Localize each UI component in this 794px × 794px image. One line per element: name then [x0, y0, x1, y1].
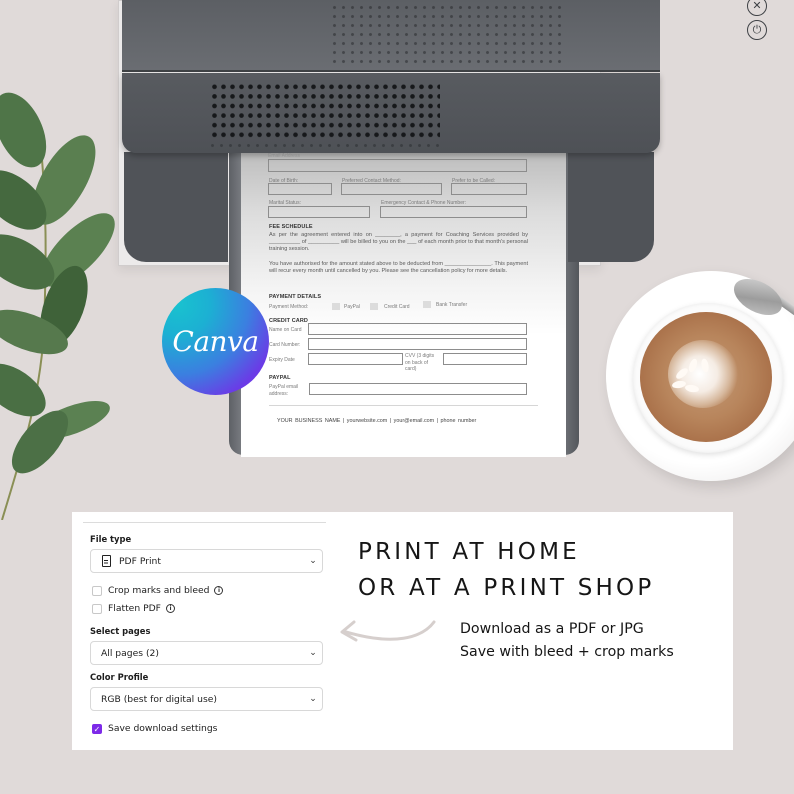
subtext-line-1: Download as a PDF or JPG	[460, 621, 644, 637]
save-settings-label: Save download settings	[108, 723, 218, 734]
product-mockup-scene: ✕ ⏻ Email Address Date of Birth: Preferr…	[0, 0, 794, 794]
color-profile-select[interactable]: RGB (best for digital use) ⌄	[90, 687, 323, 711]
name-on-card-label: Name on Card	[269, 327, 302, 333]
bank-transfer-option-label: Bank Transfer	[436, 302, 468, 308]
curved-arrow-icon	[340, 620, 436, 642]
fee-schedule-heading: FEE SCHEDULE	[269, 224, 313, 230]
download-settings-panel: File type PDF Print ⌄ Crop marks and ble…	[72, 512, 733, 750]
canva-logo-text: Canva	[172, 325, 259, 358]
email-box	[268, 159, 527, 172]
marital-box	[268, 206, 370, 218]
paypal-checkbox	[332, 303, 340, 310]
bank-transfer-checkbox	[423, 301, 431, 308]
printer-power-icon: ⏻	[747, 20, 767, 40]
printer-side-right	[568, 152, 654, 262]
card-number-box	[308, 338, 527, 350]
paypal-heading: PAYPAL	[269, 375, 291, 381]
printer-top-panel: ✕ ⏻	[122, 0, 767, 72]
emergency-box	[380, 206, 527, 218]
printer-speaker-grille	[210, 82, 440, 138]
paypal-option-label: PayPal	[344, 304, 360, 310]
printer-vent-dots	[330, 3, 562, 67]
prefer-called-box	[451, 183, 527, 195]
chevron-down-icon: ⌄	[309, 694, 317, 704]
canva-logo: Canva	[162, 288, 269, 395]
save-settings-checkbox[interactable]: ✓	[92, 723, 102, 734]
save-settings-option[interactable]: ✓ Save download settings	[92, 723, 217, 734]
info-icon[interactable]: i	[165, 604, 175, 613]
name-on-card-box	[308, 323, 527, 335]
contact-method-box	[341, 183, 442, 195]
panel-top-divider	[83, 522, 326, 523]
flatten-pdf-option[interactable]: Flatten PDF i	[92, 603, 175, 614]
color-profile-value: RGB (best for digital use)	[101, 693, 217, 705]
fee-schedule-paragraph-1: As per the agreement entered into on ___…	[269, 232, 528, 253]
flatten-pdf-checkbox[interactable]	[92, 603, 102, 614]
fee-schedule-paragraph-2: You have authorised for the amount state…	[269, 261, 528, 275]
payment-method-label: Payment Method:	[269, 304, 309, 310]
file-type-label: File type	[90, 534, 132, 544]
paypal-email-label: PayPal email address:	[269, 384, 299, 397]
printer-cancel-icon: ✕	[747, 0, 767, 16]
color-profile-label: Color Profile	[90, 672, 149, 682]
headline-line-2: OR AT A PRINT SHOP	[358, 575, 655, 601]
credit-card-option-label: Credit Card	[384, 304, 410, 310]
credit-card-heading: CREDIT CARD	[269, 318, 308, 324]
select-pages-select[interactable]: All pages (2) ⌄	[90, 641, 323, 665]
document-icon	[102, 555, 111, 567]
expiry-box	[308, 353, 403, 365]
select-pages-value: All pages (2)	[101, 647, 159, 659]
business-footer: YOUR BUSINESS NAME | yourwebsite.com | y…	[277, 418, 477, 424]
file-type-select[interactable]: PDF Print ⌄	[90, 549, 323, 573]
paypal-email-box	[309, 383, 527, 395]
credit-card-checkbox	[370, 303, 378, 310]
cvv-label: CVV (3 digits on back of card)	[405, 353, 435, 372]
file-type-value: PDF Print	[119, 555, 161, 567]
crop-marks-option[interactable]: Crop marks and bleed i	[92, 585, 224, 596]
eucalyptus-branch-decoration	[0, 92, 115, 520]
footer-divider	[269, 405, 538, 406]
cvv-box	[443, 353, 527, 365]
chevron-down-icon: ⌄	[309, 556, 317, 566]
select-pages-label: Select pages	[90, 626, 151, 636]
card-number-label: Card Number:	[269, 342, 301, 348]
expiry-label: Expiry Date	[269, 357, 295, 363]
printer-side-left	[124, 152, 228, 262]
info-icon[interactable]: i	[214, 586, 224, 595]
headline-line-1: PRINT AT HOME	[358, 539, 580, 565]
payment-details-heading: PAYMENT DETAILS	[269, 294, 322, 300]
printer-vent-dots-lower	[208, 141, 440, 149]
subtext-line-2: Save with bleed + crop marks	[460, 644, 674, 660]
crop-marks-label: Crop marks and bleed	[108, 585, 210, 596]
printed-form-page: Email Address Date of Birth: Preferred C…	[241, 152, 566, 457]
chevron-down-icon: ⌄	[309, 648, 317, 658]
dob-box	[268, 183, 332, 195]
flatten-pdf-label: Flatten PDF	[108, 603, 161, 614]
crop-marks-checkbox[interactable]	[92, 585, 102, 596]
